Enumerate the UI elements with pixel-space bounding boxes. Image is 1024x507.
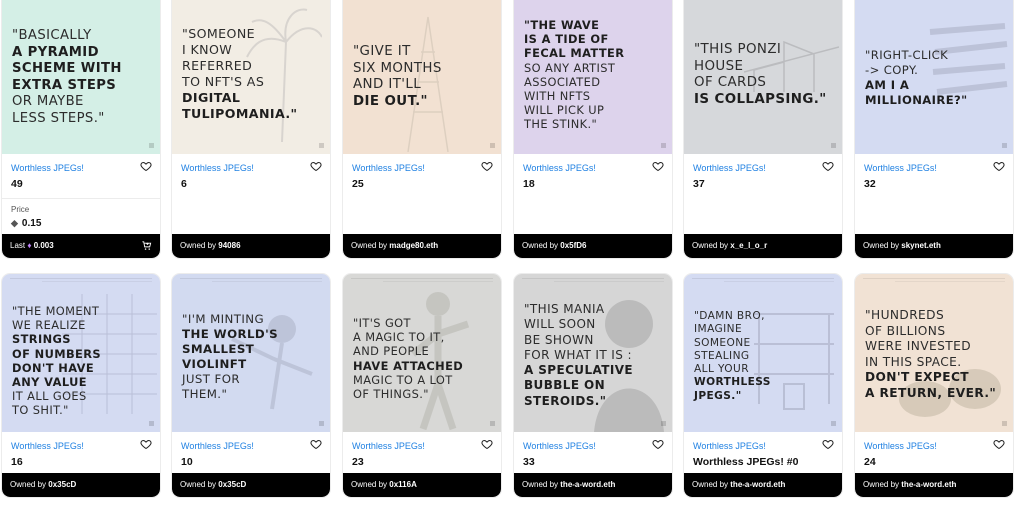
ethereum-icon: ◆ [11,218,18,228]
token-number: 10 [181,456,193,468]
last-sale-footer: Last ♦ 0.003 [2,234,160,258]
heart-icon[interactable] [481,438,493,450]
artwork-quote: "THIS PONZI HOUSE OF CARDS IS COLLAPSING… [694,42,827,107]
nft-artwork[interactable]: "HUNDREDS OF BILLIONS WERE INVESTED IN T… [855,274,1013,432]
nft-artwork[interactable]: "RIGHT-CLICK -> COPY. AM I A MILLIONAIRE… [855,0,1013,154]
token-number: 32 [864,178,876,190]
artwork-quote: "BASICALLY A PYRAMID SCHEME WITH EXTRA S… [12,28,122,126]
owner-footer[interactable]: Owned by skynet.eth [855,234,1013,258]
heart-icon[interactable] [652,160,664,172]
heart-icon[interactable] [140,438,152,450]
price-value: ◆ 0.15 [11,218,42,229]
owner-footer[interactable]: Owned by 94086 [172,234,330,258]
owner-footer[interactable]: Owned by 0x35cD [2,473,160,497]
token-number: Worthless JPEGs! #0 [693,456,799,468]
heart-icon[interactable] [822,160,834,172]
nft-card[interactable]: "THE MOMENT WE REALIZE STRINGS OF NUMBER… [2,274,160,497]
collection-link[interactable]: Worthless JPEGs! [693,441,766,451]
artwork-quote: "THIS MANIA WILL SOON BE SHOWN FOR WHAT … [524,302,633,408]
nft-card[interactable]: "GIVE IT SIX MONTHS AND IT'LL DIE OUT." … [343,0,501,258]
heart-icon[interactable] [481,160,493,172]
owner-footer[interactable]: Owned by 0x116A [343,473,501,497]
owner-footer[interactable]: Owned by the-a-word.eth [514,473,672,497]
heart-icon[interactable] [310,160,322,172]
artwork-quote: "THE MOMENT WE REALIZE STRINGS OF NUMBER… [12,304,101,418]
heart-icon[interactable] [310,438,322,450]
nft-card[interactable]: "THIS MANIA WILL SOON BE SHOWN FOR WHAT … [514,274,672,497]
heart-icon[interactable] [993,160,1005,172]
nft-card[interactable]: "I'M MINTING THE WORLD'S SMALLEST VIOLIN… [172,274,330,497]
artwork-quote: "GIVE IT SIX MONTHS AND IT'LL DIE OUT." [353,44,442,109]
nft-grid: "BASICALLY A PYRAMID SCHEME WITH EXTRA S… [0,0,1024,507]
artwork-quote: "DAMN BRO, IMAGINE SOMEONE STEALING ALL … [694,310,771,402]
nft-card[interactable]: "HUNDREDS OF BILLIONS WERE INVESTED IN T… [855,274,1013,497]
owner-footer[interactable]: Owned by the-a-word.eth [855,473,1013,497]
token-number: 23 [352,456,364,468]
cart-icon[interactable] [141,240,152,251]
artwork-quote: "RIGHT-CLICK -> COPY. AM I A MILLIONAIRE… [865,48,968,107]
token-number: 24 [864,456,876,468]
nft-card[interactable]: "THIS PONZI HOUSE OF CARDS IS COLLAPSING… [684,0,842,258]
owner-footer[interactable]: Owned by the-a-word.eth [684,473,842,497]
collection-link[interactable]: Worthless JPEGs! [864,441,937,451]
nft-artwork[interactable]: "GIVE IT SIX MONTHS AND IT'LL DIE OUT." [343,0,501,154]
nft-card[interactable]: "BASICALLY A PYRAMID SCHEME WITH EXTRA S… [2,0,160,258]
nft-card[interactable]: "THE WAVE IS A TIDE OF FECAL MATTER SO A… [514,0,672,258]
ethereum-icon: ♦ [27,241,32,250]
nft-card[interactable]: "RIGHT-CLICK -> COPY. AM I A MILLIONAIRE… [855,0,1013,258]
token-number: 49 [11,178,23,190]
nft-artwork[interactable]: "I'M MINTING THE WORLD'S SMALLEST VIOLIN… [172,274,330,432]
nft-card[interactable]: "DAMN BRO, IMAGINE SOMEONE STEALING ALL … [684,274,842,497]
heart-icon[interactable] [993,438,1005,450]
nft-artwork[interactable]: "THIS MANIA WILL SOON BE SHOWN FOR WHAT … [514,274,672,432]
heart-icon[interactable] [140,160,152,172]
collection-link[interactable]: Worthless JPEGs! [11,441,84,451]
nft-artwork[interactable]: "SOMEONE I KNOW REFERRED TO NFT'S AS DIG… [172,0,330,154]
token-number: 16 [11,456,23,468]
collection-link[interactable]: Worthless JPEGs! [11,163,84,173]
collection-link[interactable]: Worthless JPEGs! [523,163,596,173]
nft-artwork[interactable]: "THE MOMENT WE REALIZE STRINGS OF NUMBER… [2,274,160,432]
collection-link[interactable]: Worthless JPEGs! [181,163,254,173]
owner-footer[interactable]: Owned by 0x35cD [172,473,330,497]
token-number: 18 [523,178,535,190]
collection-link[interactable]: Worthless JPEGs! [352,163,425,173]
token-number: 37 [693,178,705,190]
collection-link[interactable]: Worthless JPEGs! [864,163,937,173]
collection-link[interactable]: Worthless JPEGs! [352,441,425,451]
owner-footer[interactable]: Owned by madge80.eth [343,234,501,258]
nft-card[interactable]: "SOMEONE I KNOW REFERRED TO NFT'S AS DIG… [172,0,330,258]
artwork-quote: "HUNDREDS OF BILLIONS WERE INVESTED IN T… [865,308,997,400]
artwork-quote: "IT'S GOT A MAGIC TO IT, AND PEOPLE HAVE… [353,316,464,402]
heart-icon[interactable] [652,438,664,450]
token-number: 25 [352,178,364,190]
nft-card[interactable]: "IT'S GOT A MAGIC TO IT, AND PEOPLE HAVE… [343,274,501,497]
owner-footer[interactable]: Owned by x_e_l_o_r [684,234,842,258]
nft-artwork[interactable]: "THE WAVE IS A TIDE OF FECAL MATTER SO A… [514,0,672,154]
artwork-quote: "SOMEONE I KNOW REFERRED TO NFT'S AS DIG… [182,26,298,121]
owner-footer[interactable]: Owned by 0x5fD6 [514,234,672,258]
nft-artwork[interactable]: "BASICALLY A PYRAMID SCHEME WITH EXTRA S… [2,0,160,154]
artwork-quote: "I'M MINTING THE WORLD'S SMALLEST VIOLIN… [182,312,279,401]
token-number: 6 [181,178,187,190]
nft-artwork[interactable]: "THIS PONZI HOUSE OF CARDS IS COLLAPSING… [684,0,842,154]
artwork-quote: "THE WAVE IS A TIDE OF FECAL MATTER SO A… [524,18,625,132]
price-label: Price [11,205,30,214]
collection-link[interactable]: Worthless JPEGs! [693,163,766,173]
nft-artwork[interactable]: "DAMN BRO, IMAGINE SOMEONE STEALING ALL … [684,274,842,432]
token-number: 33 [523,456,535,468]
heart-icon[interactable] [822,438,834,450]
nft-artwork[interactable]: "IT'S GOT A MAGIC TO IT, AND PEOPLE HAVE… [343,274,501,432]
collection-link[interactable]: Worthless JPEGs! [523,441,596,451]
collection-link[interactable]: Worthless JPEGs! [181,441,254,451]
